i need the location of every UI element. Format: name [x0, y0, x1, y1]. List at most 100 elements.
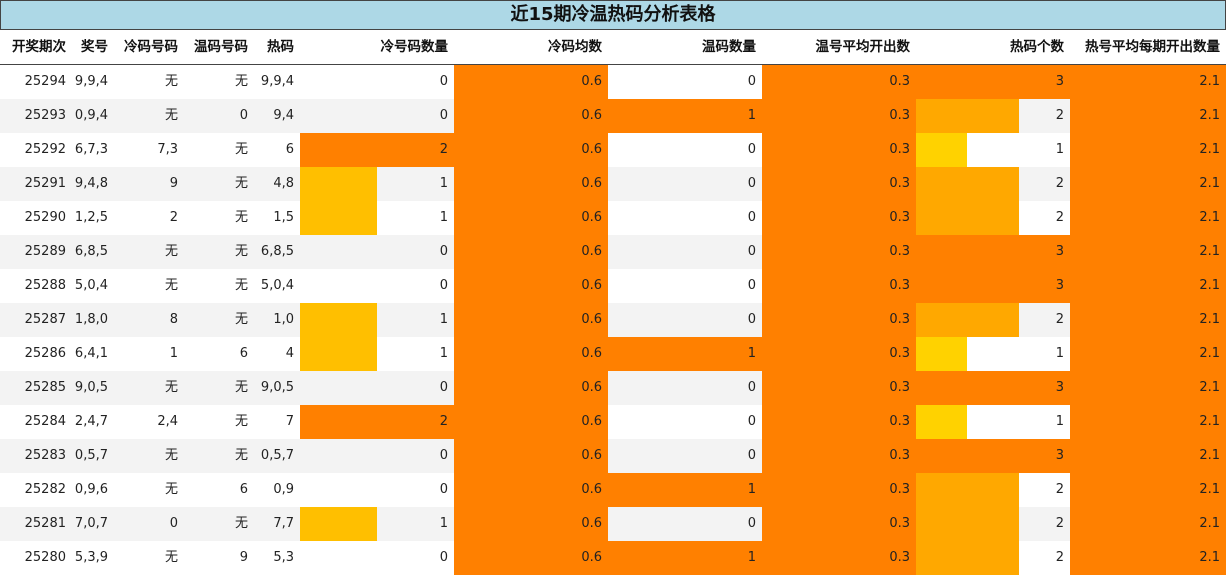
cell-hot-count: 1: [916, 337, 1070, 371]
table-row: 25287 1,8,0 8 无 1,0 1 0.6 0 0.3 2 2.1: [0, 303, 1226, 337]
cell-warm-count: 0: [747, 244, 756, 259]
cell-hot-count: 3: [916, 439, 1070, 473]
cell-hot-count: 3: [916, 65, 1070, 99]
cell-fill: [916, 133, 968, 167]
cell-numbers: 2,4,7: [74, 414, 108, 429]
cell-fill: [916, 541, 1019, 575]
table-row: 25290 1,2,5 2 无 1,5 1 0.6 0 0.3 2 2.1: [0, 201, 1226, 235]
cell-hot-count: 2: [916, 167, 1070, 201]
header-warm-avg: 温号平均开出数: [815, 39, 911, 55]
table-row: 25284 2,4,7 2,4 无 7 2 0.6 0 0.3 1 2.1: [0, 405, 1226, 439]
cell-warm: 6: [239, 346, 248, 361]
cell-warm: 6: [239, 482, 248, 497]
cell-cold: 1: [169, 346, 178, 361]
cell-cold: 无: [164, 244, 178, 259]
cell-fill: [916, 303, 1019, 337]
table-title: 近15期冷温热码分析表格: [0, 0, 1226, 30]
cell-hot-avg: 2.1: [1070, 337, 1226, 371]
cell-fill: [300, 303, 377, 337]
header-cold-avg: 冷码均数: [548, 39, 602, 55]
cell-fill: [916, 167, 1019, 201]
cell-warm-count: 1: [608, 541, 762, 575]
cell-fill: [300, 507, 377, 541]
cell-cold: 无: [164, 550, 178, 565]
cell-hot-avg: 2.1: [1070, 439, 1226, 473]
cell-cold-count: 2: [300, 133, 454, 167]
table-header: 开奖期次 奖号 冷码号码 温码号码 热码 冷号码数量 冷码均数 温码数量 温号平…: [0, 30, 1226, 65]
cell-fill: [300, 133, 454, 167]
cell-period: 25280: [24, 550, 66, 565]
cell-period: 25293: [24, 108, 66, 123]
cell-fill: [916, 99, 1019, 133]
cell-fill: [916, 65, 1070, 99]
cell-cold-avg: 0.6: [454, 201, 608, 235]
cell-period: 25282: [24, 482, 66, 497]
table-row: 25281 7,0,7 0 无 7,7 1 0.6 0 0.3 2 2.1: [0, 507, 1226, 541]
cell-cold-count: 0: [439, 244, 448, 259]
cell-warm-count: 1: [608, 99, 762, 133]
cell-warm-count: 0: [747, 74, 756, 89]
cell-warm-avg: 0.3: [762, 541, 916, 575]
cell-warm-avg: 0.3: [762, 201, 916, 235]
cell-cold-avg: 0.6: [454, 167, 608, 201]
cell-warm-avg: 0.3: [762, 439, 916, 473]
cell-warm-count: 1: [608, 337, 762, 371]
cell-fill: [608, 541, 762, 575]
cell-numbers: 9,4,8: [74, 176, 108, 191]
cell-hot-count: 3: [916, 235, 1070, 269]
cell-warm-count: 0: [747, 278, 756, 293]
cell-warm: 0: [239, 108, 248, 123]
cell-cold-count: 0: [439, 74, 448, 89]
table-row: 25280 5,3,9 无 9 5,3 0 0.6 1 0.3 2 2.1: [0, 541, 1226, 575]
cell-hot: 4,8: [273, 176, 294, 191]
cell-cold: 7,3: [157, 142, 178, 157]
cell-period: 25287: [24, 312, 66, 327]
cell-fill: [916, 269, 1070, 303]
cell-cold-avg: 0.6: [454, 235, 608, 269]
cell-hot-count: 2: [916, 201, 1070, 235]
cell-hot-avg: 2.1: [1070, 541, 1226, 575]
table-body: 25294 9,9,4 无无 9,9,4 0 0.6 0 0.3 3 2.1 25293 0,9,4 无…: [0, 65, 1226, 575]
cell-cold: 9: [169, 176, 178, 191]
cell-warm-avg: 0.3: [762, 269, 916, 303]
cell-cold-avg: 0.6: [454, 541, 608, 575]
table-row: 25283 0,5,7 无 无 0,5,7 0 0.6 0 0.3 3 2.1: [0, 439, 1226, 473]
cell-hot-avg: 2.1: [1070, 269, 1226, 303]
cell-cold: 无: [164, 380, 178, 395]
cell-cold-avg: 0.6: [454, 371, 608, 405]
cell-cold-avg: 0.6: [454, 65, 608, 99]
cell-hot: 0,9: [273, 482, 294, 497]
analysis-table: 开奖期次 奖号 冷码号码 温码号码 热码 冷号码数量 冷码均数 温码数量 温号平…: [0, 30, 1226, 575]
cell-warm: 无: [234, 74, 248, 89]
cell-warm-avg: 0.3: [762, 167, 916, 201]
cell-fill: [916, 405, 968, 439]
header-cold-count: 冷号码数量: [380, 39, 449, 55]
cell-numbers: 6,8,5: [74, 244, 108, 259]
header-warm-count: 温码数量: [702, 39, 756, 55]
cell-fill: [916, 201, 1019, 235]
cell-hot-avg: 2.1: [1070, 405, 1226, 439]
cell-fill: [300, 405, 454, 439]
table-row: 25285 9,0,5 无 无 9,0,5 0 0.6 0 0.3 3 2.1: [0, 371, 1226, 405]
cell-fill: [916, 235, 1070, 269]
table-row: 25288 5,0,4 无 无 5,0,4 0 0.6 0 0.3 3 2.1: [0, 269, 1226, 303]
cell-fill: [300, 337, 377, 371]
table-row: 25291 9,4,8 9 无 4,8 1 0.6 0 0.3 2 2.1: [0, 167, 1226, 201]
cell-cold-count: 0: [439, 108, 448, 123]
cell-hot-avg: 2.1: [1070, 303, 1226, 337]
cell-hot-avg: 2.1: [1070, 133, 1226, 167]
cell-cold: 无: [164, 108, 178, 123]
cell-fill: [608, 337, 762, 371]
header-period: 开奖期次: [12, 39, 66, 55]
cell-cold-count: 0: [439, 482, 448, 497]
cell-cold-avg: 0.6: [454, 337, 608, 371]
cell-period: 25281: [24, 516, 66, 531]
cell-period: 25283: [24, 448, 66, 463]
cell-warm: 无: [234, 210, 248, 225]
cell-hot-avg: 2.1: [1070, 507, 1226, 541]
cell-warm-count: 0: [747, 210, 756, 225]
cell-hot-count: 3: [916, 269, 1070, 303]
cell-fill: [916, 473, 1019, 507]
cell-cold: 无: [164, 448, 178, 463]
cell-hot: 6: [285, 142, 294, 157]
